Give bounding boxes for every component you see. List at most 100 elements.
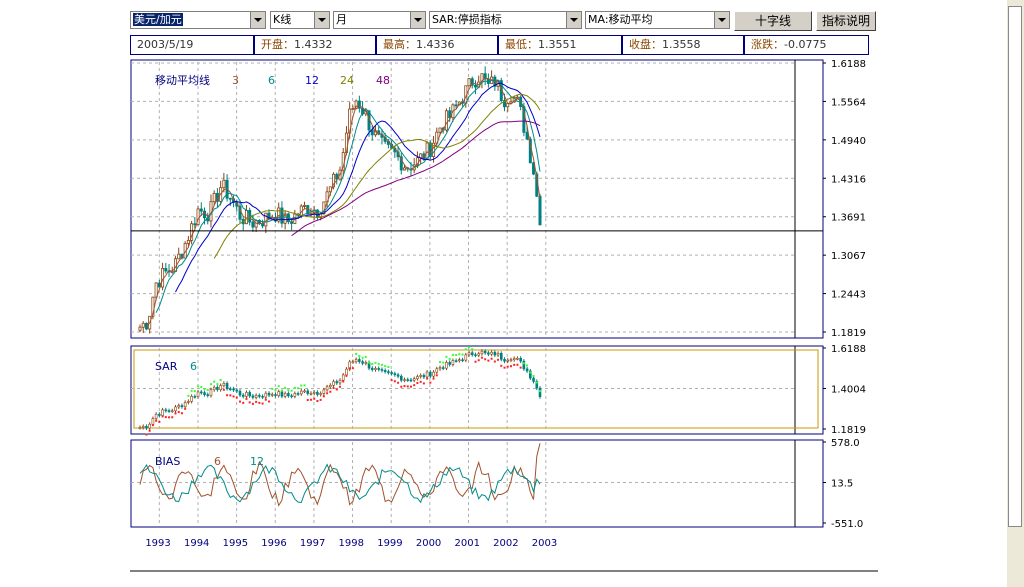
sar-bar-body [380,369,384,371]
sar-bar-body [474,354,477,357]
vertical-scrollbar[interactable] [1007,0,1024,587]
sar-bar-body [470,352,474,356]
sar-bar-body [225,382,229,390]
x-tick-label: 1997 [300,538,325,549]
sar-bar-body [483,350,487,354]
ma-legend-item: 3 [232,74,239,87]
sar-dot [400,385,403,388]
sar-bar-body [293,393,297,397]
sar-legend-item: 6 [190,360,197,373]
sar-dot [326,392,329,395]
x-tick-label: 2003 [532,538,557,549]
chart-area[interactable]: 1.6188 1.5564 1.4940 1.4316 1.3691 1.3067 1.24… [0,0,1007,587]
sar-dot [184,407,187,410]
sar-bar-body [399,375,403,381]
sar-bar-body [174,406,177,412]
sar-dot [245,397,248,400]
sar-dot [397,381,400,384]
x-tick-label: 1993 [145,538,170,549]
sar-dot [158,420,161,423]
sar-dot [445,355,448,358]
sar-dot [229,394,232,397]
main-ytick-label: 1.4316 [831,174,866,185]
sar-bar-body [232,388,235,391]
sar-bar-body [222,382,226,386]
sar-bar-body [509,359,513,362]
candle-body [438,127,442,133]
sar-dot [380,363,383,366]
sar-dot [464,348,467,351]
sar-bar-body [467,352,471,356]
sar-bar-body [270,394,274,396]
sar-dot [529,371,532,374]
sar-bar-body [364,362,368,364]
sar-dot [345,374,348,377]
sar-dot [271,387,274,390]
sar-bar-body [377,368,381,370]
sar-bar-body [277,391,281,396]
sar-bar-body [206,394,210,396]
candle-body [425,142,429,160]
sar-bar-body [322,389,326,394]
sar-bar-body [267,392,271,396]
sar-dot [206,388,209,391]
sar-bar-body [522,360,526,370]
sar-dot [497,358,500,361]
sar-bar-body [193,396,197,398]
ma-legend-title: 移动平均线 [155,73,210,87]
sar-bar-body [290,395,293,398]
sar-dot [151,424,154,427]
candle-body [309,212,313,215]
sar-bar-body [299,390,303,395]
x-tick-label: 1998 [339,538,364,549]
sar-dot [284,386,287,389]
sar-bar-body [499,353,503,360]
x-tick-label: 1996 [261,538,286,549]
sar-dot [351,367,354,370]
sar-bar-body [390,372,393,374]
sar-dot [406,385,409,388]
sar-bar-body [393,373,397,376]
sar-dot [448,357,451,360]
x-tick-label: 1994 [184,538,209,549]
sar-dot [226,394,229,397]
candle-body [264,212,268,227]
sar-dot [197,385,200,388]
sar-dot [419,380,422,383]
main-ytick-label: 1.1819 [831,328,866,339]
sar-dot [435,374,438,377]
sar-dot [513,363,516,366]
sar-bar-body [216,386,219,390]
sar-bar-body [419,375,422,377]
sar-dot [422,382,425,385]
sar-bar-body [412,378,416,381]
scrollbar-thumb[interactable] [1008,6,1022,527]
sar-dot [297,387,300,390]
sar-bar-body [190,396,193,402]
main-ytick-label: 1.4940 [831,136,866,147]
sar-bar-body [490,351,493,355]
sar-dot [300,384,303,387]
sar-bar-body [332,381,335,386]
sar-bar-body [209,389,213,396]
sar-bar-body [280,391,284,397]
candle-body [357,100,361,109]
sar-dot [239,400,241,403]
sar-bar-body [151,418,155,425]
sar-bar-body [445,362,448,369]
sar-bar-body [506,359,510,362]
main-ytick-label: 1.5564 [831,97,866,108]
sar-bar-body [287,393,290,397]
sar-dot [332,386,335,389]
sar-candles-group [138,349,542,431]
sar-dot [493,360,496,363]
candle-body [164,268,168,272]
sar-dot [358,355,361,358]
candle-body [222,179,226,189]
sar-dot [290,389,293,392]
sar-dot [322,395,325,398]
sar-dot [219,378,222,381]
candle-body [454,104,458,107]
sar-dot [148,429,151,432]
sar-dot [503,366,506,369]
